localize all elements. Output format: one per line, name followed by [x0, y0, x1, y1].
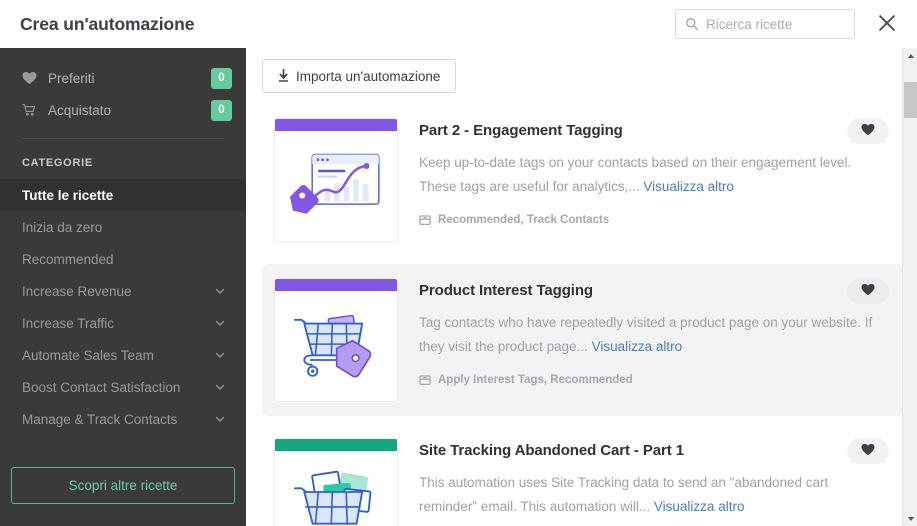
- view-more-link[interactable]: Visualizza altro: [643, 179, 734, 194]
- sidebar-item-preferiti[interactable]: Preferiti 0: [0, 62, 246, 94]
- favorite-button[interactable]: [847, 438, 889, 464]
- sidebar-item-increase-traffic[interactable]: Increase Traffic: [0, 307, 246, 339]
- sidebar-item-label: Manage & Track Contacts: [22, 411, 178, 427]
- sidebar-quick-links: Preferiti 0 Acquistato 0: [0, 48, 246, 126]
- recipe-description: This automation uses Site Tracking data …: [419, 471, 879, 519]
- sidebar-section-title: CATEGORIE: [22, 157, 93, 169]
- sidebar-item-acquistato[interactable]: Acquistato 0: [0, 94, 246, 126]
- tag-icon: [419, 374, 431, 386]
- sidebar-item-label: Increase Traffic: [22, 315, 115, 331]
- recipe-title: Site Tracking Abandoned Cart - Part 1: [419, 442, 684, 459]
- discover-more-recipes-button[interactable]: Scopri altre ricette: [11, 467, 235, 504]
- sidebar-category-list: Tutte le ricette Inizia da zero Recommen…: [0, 179, 246, 435]
- thumbnail-accent-bar: [275, 279, 397, 291]
- shopping-cart-tag-icon: [275, 291, 397, 401]
- search-box[interactable]: [675, 9, 855, 39]
- sidebar-item-label: Automate Sales Team: [22, 347, 154, 363]
- thumbnail-accent-bar: [275, 439, 397, 451]
- scrollbar-track[interactable]: [903, 63, 917, 511]
- cart-with-boxes-icon: [275, 451, 397, 526]
- recipe-card-body: Part 2 - Engagement Tagging Keep up-to-d…: [398, 118, 891, 242]
- sidebar-item-boost-contact-satisfaction[interactable]: Boost Contact Satisfaction: [0, 371, 246, 403]
- sidebar-item-label: Preferiti: [48, 70, 95, 86]
- preferiti-badge: 0: [211, 67, 232, 89]
- recipe-thumbnail: [274, 278, 398, 402]
- close-icon: [876, 12, 898, 37]
- chevron-down-icon: [214, 413, 226, 425]
- analytics-window-tag-icon: [275, 131, 397, 241]
- import-automation-button[interactable]: Importa un'automazione: [262, 59, 457, 93]
- sidebar-item-label: Recommended: [22, 251, 114, 267]
- tag-icon: [419, 214, 431, 226]
- sidebar-item-automate-sales-team[interactable]: Automate Sales Team: [0, 339, 246, 371]
- sidebar-item-inizia-da-zero[interactable]: Inizia da zero: [0, 211, 246, 243]
- sidebar-item-manage-track-contacts[interactable]: Manage & Track Contacts: [0, 403, 246, 435]
- import-automation-label: Importa un'automazione: [296, 68, 441, 84]
- recipe-card-list: Part 2 - Engagement Tagging Keep up-to-d…: [246, 104, 917, 526]
- favorite-button[interactable]: [847, 278, 889, 304]
- recipe-title: Product Interest Tagging: [419, 282, 593, 299]
- sidebar-item-label: Boost Contact Satisfaction: [22, 379, 181, 395]
- create-automation-modal: Crea un'automazione Ricerca ricette Pref…: [0, 0, 917, 526]
- modal-header: Crea un'automazione: [0, 0, 917, 48]
- heart-icon: [861, 443, 875, 459]
- chevron-down-icon: [214, 317, 226, 329]
- recipe-thumbnail: [274, 118, 398, 242]
- download-arrow-icon: [278, 68, 289, 84]
- heart-icon: [861, 283, 875, 299]
- recipe-card[interactable]: Part 2 - Engagement Tagging Keep up-to-d…: [262, 104, 903, 256]
- header-actions: [675, 9, 917, 39]
- search-input[interactable]: [676, 10, 854, 38]
- recipe-description-text: Keep up-to-date tags on your contacts ba…: [419, 155, 852, 194]
- recipe-tags-label: Apply Interest Tags, Recommended: [438, 374, 633, 386]
- close-button[interactable]: [873, 10, 901, 38]
- scroll-down-button[interactable]: [903, 511, 917, 526]
- chevron-down-icon: [214, 285, 226, 297]
- recipe-tags: Apply Interest Tags, Recommended: [419, 374, 891, 386]
- recipe-card-body: Product Interest Tagging Tag contacts wh…: [398, 278, 891, 402]
- main-content: Importa un'automazione Part 2 - Engageme…: [246, 48, 917, 526]
- sidebar-item-recommended[interactable]: Recommended: [0, 243, 246, 275]
- sidebar: Preferiti 0 Acquistato 0 CATEGORIE Tutte…: [0, 48, 246, 526]
- main-toolbar: Importa un'automazione: [246, 48, 917, 104]
- sidebar-item-label: Increase Revenue: [22, 283, 132, 299]
- view-more-link[interactable]: Visualizza altro: [654, 499, 745, 514]
- cart-icon: [22, 103, 40, 117]
- thumbnail-accent-bar: [275, 119, 397, 131]
- recipe-description-text: This automation uses Site Tracking data …: [419, 475, 829, 514]
- discover-more-wrap: Scopri altre ricette: [0, 467, 246, 526]
- recipe-description: Tag contacts who have repeatedly visited…: [419, 311, 879, 359]
- sidebar-item-label: Tutte le ricette: [22, 187, 114, 203]
- chevron-down-icon: [214, 381, 226, 393]
- page-title: Crea un'automazione: [20, 13, 195, 34]
- scroll-thumb[interactable]: [904, 82, 917, 118]
- sidebar-item-increase-revenue[interactable]: Increase Revenue: [0, 275, 246, 307]
- recipe-title: Part 2 - Engagement Tagging: [419, 122, 623, 139]
- heart-icon: [22, 71, 40, 85]
- sidebar-item-label: Acquistato: [48, 102, 112, 118]
- sidebar-item-tutte-le-ricette[interactable]: Tutte le ricette: [0, 179, 246, 211]
- recipe-thumbnail: [274, 438, 398, 526]
- sidebar-item-label: Inizia da zero: [22, 219, 103, 235]
- chevron-down-icon: [214, 349, 226, 361]
- view-more-link[interactable]: Visualizza altro: [592, 339, 683, 354]
- favorite-button[interactable]: [847, 118, 889, 144]
- recipe-card[interactable]: Site Tracking Abandoned Cart - Part 1 Th…: [262, 424, 903, 526]
- scroll-up-button[interactable]: [903, 48, 917, 63]
- recipe-tags: Recommended, Track Contacts: [419, 214, 891, 226]
- acquistato-badge: 0: [211, 99, 232, 121]
- recipe-description: Keep up-to-date tags on your contacts ba…: [419, 151, 879, 199]
- vertical-scrollbar[interactable]: [902, 48, 917, 526]
- heart-icon: [861, 123, 875, 139]
- recipe-tags-label: Recommended, Track Contacts: [438, 214, 610, 226]
- recipe-card-body: Site Tracking Abandoned Cart - Part 1 Th…: [398, 438, 891, 526]
- recipe-card[interactable]: Product Interest Tagging Tag contacts wh…: [262, 264, 903, 416]
